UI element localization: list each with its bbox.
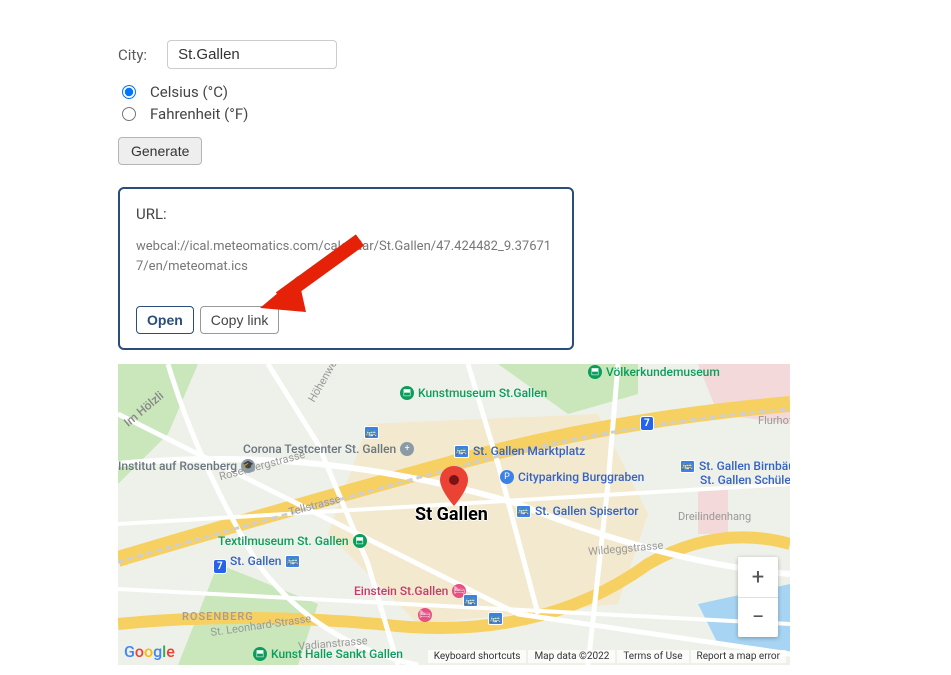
tram-icon[interactable]: 🚌 xyxy=(488,612,503,625)
keyboard-shortcuts-link[interactable]: Keyboard shortcuts xyxy=(428,650,527,663)
terms-link[interactable]: Terms of Use xyxy=(617,650,688,663)
road-shield-7: 7 xyxy=(213,559,227,574)
tram-icon[interactable]: 🚌 xyxy=(463,594,478,607)
fahrenheit-label[interactable]: Fahrenheit (°F) xyxy=(150,105,248,123)
poi-kunsthalle[interactable]: ⬒ Kunst Halle Sankt Gallen xyxy=(253,647,403,661)
url-label: URL: xyxy=(136,205,556,223)
hotel-icon[interactable]: 🛏 xyxy=(418,608,432,622)
zoom-out-button[interactable]: − xyxy=(738,597,778,637)
unit-radio-group: Celsius (°C) Fahrenheit (°F) xyxy=(118,83,951,123)
city-input[interactable] xyxy=(167,40,337,69)
poi-einstein[interactable]: Einstein St.Gallen 🛏 xyxy=(354,584,470,598)
tram-icon: 🚌 xyxy=(680,460,695,473)
map-data-label: Map data ©2022 xyxy=(528,650,615,663)
map-city-label: St Gallen xyxy=(415,504,488,525)
report-error-link[interactable]: Report a map error xyxy=(691,650,786,663)
poi-stgallen-station[interactable]: St. Gallen 🚌 xyxy=(230,554,304,568)
celsius-label[interactable]: Celsius (°C) xyxy=(150,83,228,101)
poi-cityparking[interactable]: P Cityparking Burggraben xyxy=(500,470,644,484)
poi-testcenter[interactable]: Corona Testcenter St. Gallen + xyxy=(243,442,418,456)
generate-button[interactable]: Generate xyxy=(118,137,202,165)
museum-icon: ⬒ xyxy=(400,386,414,400)
poi-birnbaumli[interactable]: 🚌 St. Gallen Birnbäumli St. Gallen Schül… xyxy=(680,459,790,487)
copy-link-button[interactable]: Copy link xyxy=(200,306,280,334)
tram-icon: 🚌 xyxy=(454,445,469,458)
map-marker-icon[interactable] xyxy=(440,466,468,506)
city-label: City: xyxy=(118,46,147,64)
museum-icon: ⬒ xyxy=(253,647,267,661)
map[interactable]: 7 7 Rosenbergstrasse Tellstrasse Höhenwe… xyxy=(118,364,790,665)
zoom-in-button[interactable]: + xyxy=(738,557,778,597)
road-shield-7: 7 xyxy=(640,416,654,431)
poi-institut[interactable]: Institut auf Rosenberg 🎓 xyxy=(118,459,259,473)
result-box: URL: webcal://ical.meteomatics.com/calen… xyxy=(118,187,574,350)
poi-volkerkunde[interactable]: ⬒ Völkerkundemuseum xyxy=(588,365,720,379)
celsius-radio[interactable] xyxy=(122,85,136,99)
poi-spisertor[interactable]: 🚌 St. Gallen Spisertor xyxy=(516,504,639,518)
tram-icon[interactable]: 🚌 xyxy=(364,426,379,439)
health-icon: + xyxy=(400,442,414,456)
school-icon: 🎓 xyxy=(241,459,255,473)
parking-icon: P xyxy=(500,470,514,484)
train-icon: 🚌 xyxy=(285,555,300,568)
poi-kunstmuseum[interactable]: ⬒ Kunstmuseum St.Gallen xyxy=(400,386,547,400)
district-label: ROSENBERG xyxy=(182,610,254,623)
open-button[interactable]: Open xyxy=(136,306,194,334)
road-label: Flurhofstr. xyxy=(758,414,790,427)
museum-icon: ⬒ xyxy=(588,365,602,379)
poi-marktplatz[interactable]: 🚌 St. Gallen Marktplatz xyxy=(454,444,585,458)
fahrenheit-radio[interactable] xyxy=(122,107,136,121)
museum-icon: ⬒ xyxy=(353,534,367,548)
zoom-controls: + − xyxy=(738,557,778,637)
google-logo: Google xyxy=(124,642,175,661)
poi-textilmuseum[interactable]: Textilmuseum St. Gallen ⬒ xyxy=(218,534,371,548)
url-value: webcal://ical.meteomatics.com/calendar/S… xyxy=(136,237,556,276)
road-label: Dreilindenhang xyxy=(678,510,751,523)
tram-icon: 🚌 xyxy=(516,505,531,518)
map-footer: Keyboard shortcuts Map data ©2022 Terms … xyxy=(428,650,786,663)
